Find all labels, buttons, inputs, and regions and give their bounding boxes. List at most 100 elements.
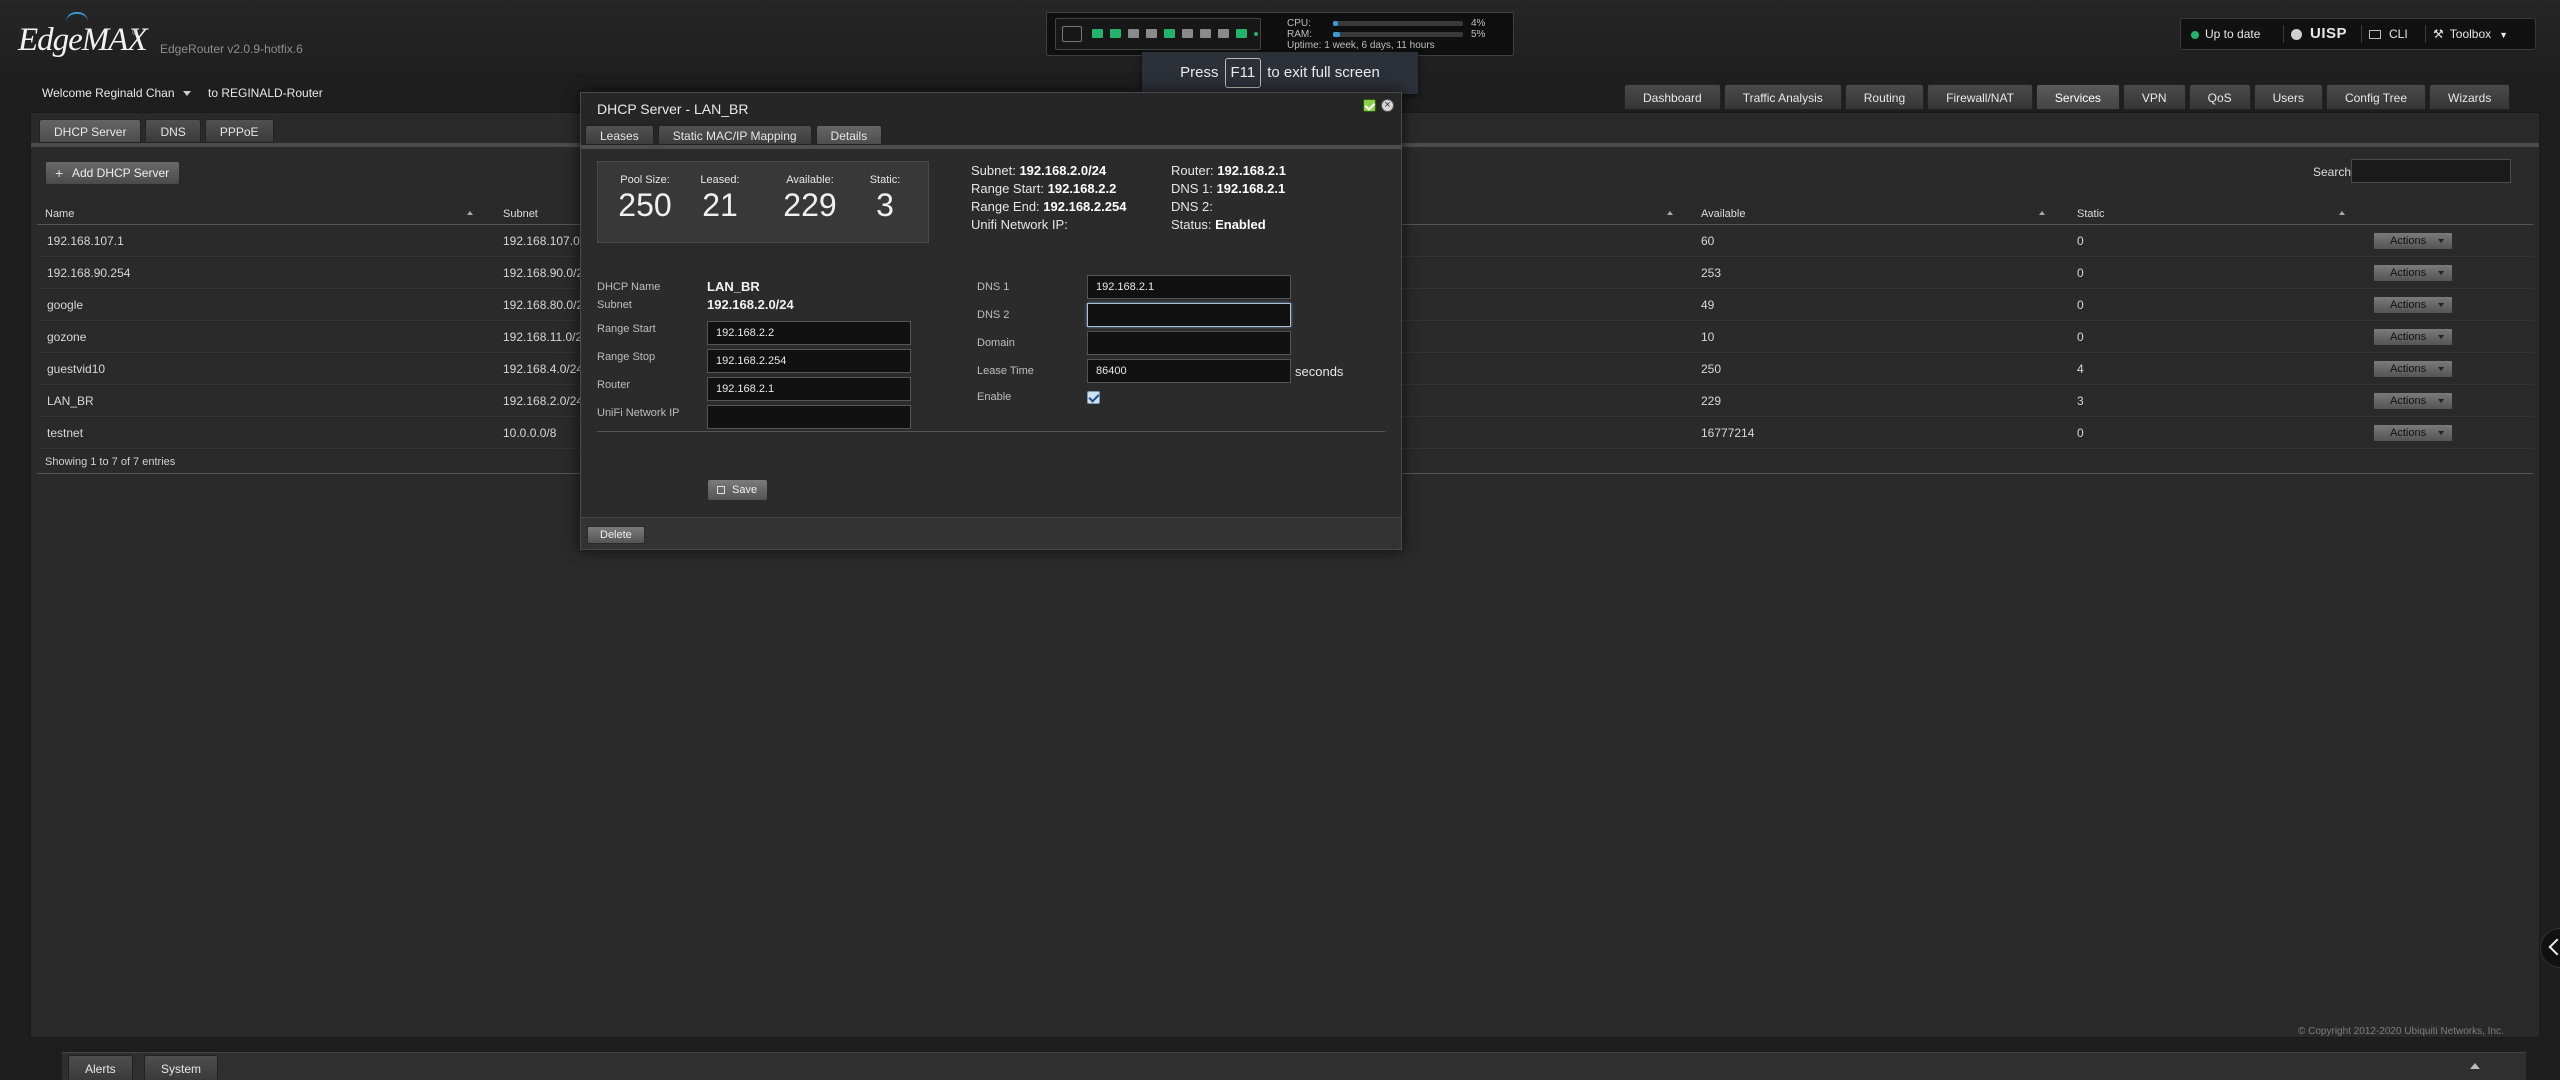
actions-label: Actions — [2390, 363, 2427, 375]
column-name[interactable]: Name — [45, 208, 74, 220]
tab-alerts[interactable]: Alerts — [68, 1055, 133, 1080]
actions-label: Actions — [2390, 267, 2427, 279]
user-menu[interactable]: Welcome Reginald Chan — [42, 86, 191, 100]
wrench-icon: ⚒ — [2433, 27, 2444, 41]
subtab-dns[interactable]: DNS — [145, 119, 201, 143]
router-input[interactable] — [707, 377, 911, 401]
port-7[interactable] — [1218, 29, 1229, 38]
row-subnet: 10.0.0.0/8 — [503, 426, 557, 440]
tab-users[interactable]: Users — [2253, 84, 2323, 110]
info-label: Range Start: — [971, 181, 1044, 196]
lease-time-input[interactable] — [1087, 359, 1291, 383]
welcome-text: Welcome Reginald Chan — [42, 86, 175, 100]
toolbox-button[interactable]: ⚒ Toolbox ▼ — [2433, 19, 2508, 49]
column-static[interactable]: Static — [2077, 208, 2105, 220]
ram-value: 5% — [1471, 29, 1486, 40]
row-static: 0 — [2077, 330, 2084, 344]
port-4[interactable] — [1164, 29, 1175, 38]
port-3[interactable] — [1146, 29, 1157, 38]
update-status-label: Up to date — [2205, 27, 2261, 41]
port-1[interactable] — [1110, 29, 1121, 38]
tab-static-mapping[interactable]: Static MAC/IP Mapping — [657, 125, 812, 145]
port-5[interactable] — [1182, 29, 1193, 38]
tab-wizards[interactable]: Wizards — [2429, 84, 2511, 110]
row-subnet: 192.168.4.0/24 — [503, 362, 584, 376]
subtab-pppoe[interactable]: PPPoE — [204, 119, 274, 143]
dialog-title: DHCP Server - LAN_BR — [597, 101, 749, 117]
info-value: 192.168.2.2 — [1047, 181, 1117, 196]
system-status-box: CPU: 4% RAM: 5% Uptime: 1 week, 6 days, … — [1046, 12, 1514, 56]
unifi-input[interactable] — [707, 405, 911, 429]
tab-traffic-analysis[interactable]: Traffic Analysis — [1723, 84, 1842, 110]
row-name: testnet — [47, 426, 84, 440]
row-subnet: 192.168.80.0/24 — [503, 298, 590, 312]
search-input[interactable] — [2351, 159, 2511, 183]
stat-label: Available: — [786, 174, 834, 186]
tab-qos[interactable]: QoS — [2188, 84, 2251, 110]
row-static: 4 — [2077, 362, 2084, 376]
row-available: 16777214 — [1701, 426, 1755, 440]
tab-dashboard[interactable]: Dashboard — [1624, 84, 1721, 110]
sort-icon[interactable] — [2039, 211, 2045, 215]
port-6[interactable] — [1200, 29, 1211, 38]
port-0[interactable] — [1092, 29, 1103, 38]
sort-icon[interactable] — [2339, 211, 2345, 215]
actions-button[interactable]: Actions — [2373, 328, 2453, 346]
domain-input[interactable] — [1087, 331, 1291, 355]
port-8[interactable] — [1236, 29, 1247, 38]
row-name: gozone — [47, 330, 87, 344]
dns2-input[interactable] — [1087, 303, 1291, 327]
dhcp-name-value: LAN_BR — [707, 279, 760, 294]
main-nav: Dashboard Traffic Analysis Routing Firew… — [1624, 84, 2511, 110]
uisp-label: UISP — [2310, 25, 2348, 42]
copyright-text: © Copyright 2012-2020 Ubiquiti Networks,… — [2298, 1026, 2504, 1037]
tab-services[interactable]: Services — [2035, 84, 2120, 110]
actions-button[interactable]: Actions — [2373, 392, 2453, 410]
tab-leases[interactable]: Leases — [585, 125, 654, 145]
row-static: 0 — [2077, 234, 2084, 248]
ram-meter-fill — [1333, 32, 1340, 37]
delete-button[interactable]: Delete — [587, 526, 645, 544]
range-stop-input[interactable] — [707, 349, 911, 373]
header-tools: Up to date UISP CLI ⚒ Toolbox ▼ — [2180, 18, 2536, 50]
router-name: to REGINALD-Router — [208, 86, 323, 100]
tab-vpn[interactable]: VPN — [2122, 84, 2186, 110]
cli-button[interactable]: CLI — [2369, 19, 2408, 49]
actions-label: Actions — [2390, 331, 2427, 343]
actions-button[interactable]: Actions — [2373, 360, 2453, 378]
tab-firewall-nat[interactable]: Firewall/NAT — [1927, 84, 2033, 110]
subtab-dhcp-server[interactable]: DHCP Server — [39, 119, 142, 143]
update-status[interactable]: Up to date — [2191, 19, 2260, 49]
row-static: 0 — [2077, 426, 2084, 440]
add-dhcp-server-button[interactable]: + Add DHCP Server — [45, 161, 181, 185]
actions-button[interactable]: Actions — [2373, 424, 2453, 442]
tab-system[interactable]: System — [144, 1055, 219, 1080]
uisp-button[interactable]: UISP — [2291, 19, 2347, 49]
chevron-down-icon — [2438, 431, 2444, 435]
tab-details[interactable]: Details — [815, 125, 883, 145]
enable-checkbox[interactable] — [1087, 391, 1100, 404]
range-start-input[interactable] — [707, 321, 911, 345]
actions-button[interactable]: Actions — [2373, 232, 2453, 250]
column-subnet[interactable]: Subnet — [503, 208, 538, 220]
port-2[interactable] — [1128, 29, 1139, 38]
column-available[interactable]: Available — [1701, 208, 1745, 220]
port-status-panel[interactable] — [1055, 18, 1261, 50]
chevron-up-icon[interactable] — [2470, 1063, 2480, 1069]
dns1-input[interactable] — [1087, 275, 1291, 299]
save-button[interactable]: Save — [707, 479, 769, 501]
info-router: Router: 192.168.2.1 — [1171, 163, 1286, 178]
details-panel: Pool Size: 250 Leased: 21 Available: 229… — [581, 149, 1401, 517]
tab-routing[interactable]: Routing — [1844, 84, 1925, 110]
actions-button[interactable]: Actions — [2373, 296, 2453, 314]
info-label: Status: — [1171, 217, 1212, 232]
side-panel-toggle[interactable] — [2540, 928, 2560, 968]
check-icon[interactable] — [1363, 99, 1376, 112]
close-icon[interactable]: × — [1381, 99, 1394, 112]
sort-icon[interactable] — [467, 211, 473, 215]
sort-icon[interactable] — [1667, 211, 1673, 215]
info-dns2: DNS 2: — [1171, 199, 1213, 214]
info-label: Range End: — [971, 199, 1040, 214]
actions-button[interactable]: Actions — [2373, 264, 2453, 282]
tab-config-tree[interactable]: Config Tree — [2325, 84, 2427, 110]
